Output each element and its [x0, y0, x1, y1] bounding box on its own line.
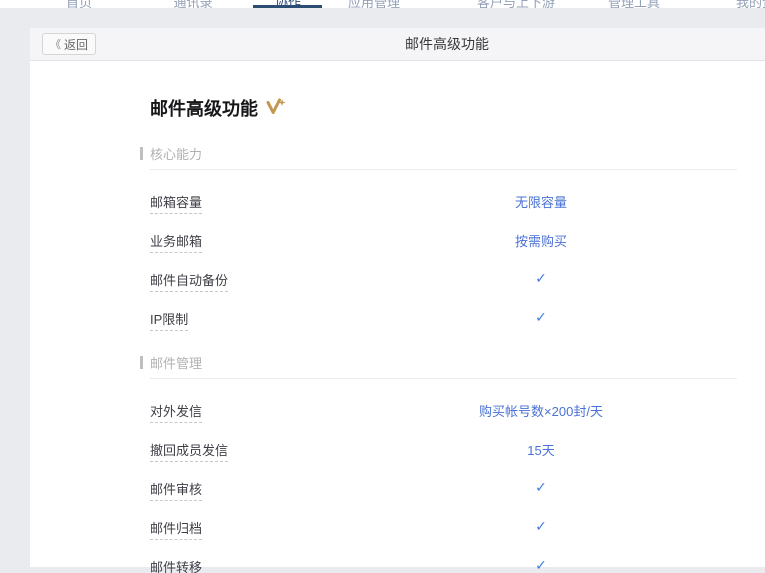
section-bar	[140, 147, 143, 160]
feature-label[interactable]: 业务邮箱	[150, 234, 202, 253]
nav-tab-tools[interactable]: 管理工具	[608, 0, 660, 8]
feature-value-link[interactable]: 购买帐号数×200封/天	[479, 404, 603, 419]
feature-row: 撤回成员发信 15天	[150, 440, 737, 457]
feature-label[interactable]: 邮件自动备份	[150, 273, 228, 292]
check-icon: ✓	[535, 309, 547, 325]
nav-tab-apps[interactable]: 应用管理	[348, 0, 400, 8]
section-header-mail-mgmt: 邮件管理	[150, 356, 737, 369]
feature-label[interactable]: 邮箱容量	[150, 195, 202, 214]
nav-tab-home[interactable]: 首页	[66, 0, 92, 8]
feature-label[interactable]: 邮件转移	[150, 560, 202, 573]
feature-row: 邮件审核 ✓	[150, 479, 737, 496]
active-tab-underline	[253, 5, 322, 8]
feature-value-link[interactable]: 15天	[527, 443, 554, 458]
page-header: 《 返回 邮件高级功能	[30, 28, 765, 61]
feature-row: 邮件归档 ✓	[150, 518, 737, 535]
feature-label[interactable]: 邮件归档	[150, 521, 202, 540]
top-navigation: 首页 通讯录 协作 应用管理 客户与上下游 管理工具 我的企业	[0, 0, 765, 8]
email-advanced-settings-page: 首页 通讯录 协作 应用管理 客户与上下游 管理工具 我的企业 《 返回 邮件高…	[0, 0, 765, 573]
feature-row: 邮箱容量 无限容量	[150, 192, 737, 209]
check-icon: ✓	[535, 518, 547, 534]
nav-tab-company[interactable]: 我的企业	[736, 0, 765, 8]
section-bar	[140, 356, 143, 369]
section-heading: 邮件高级功能	[150, 97, 737, 119]
feature-row: 业务邮箱 按需购买	[150, 231, 737, 248]
back-button[interactable]: 《 返回	[42, 33, 96, 55]
feature-row: IP限制 ✓	[150, 309, 737, 326]
section-divider	[150, 169, 737, 170]
back-chevron-icon: 《	[50, 36, 61, 52]
section-title: 核心能力	[150, 144, 202, 163]
section-header-core: 核心能力	[150, 147, 737, 160]
nav-tab-contacts[interactable]: 通讯录	[173, 0, 212, 8]
feature-row: 邮件自动备份 ✓	[150, 270, 737, 287]
back-button-label: 返回	[64, 36, 88, 53]
feature-row: 邮件转移 ✓	[150, 557, 737, 573]
content-panel: 邮件高级功能 核心能力 邮箱容量 无限容量 业务邮箱	[30, 61, 765, 567]
section-heading-text: 邮件高级功能	[150, 95, 258, 121]
feature-label[interactable]: 邮件审核	[150, 482, 202, 501]
feature-row: 对外发信 购买帐号数×200封/天	[150, 401, 737, 418]
feature-label[interactable]: IP限制	[150, 312, 188, 331]
section-divider	[150, 378, 737, 379]
nav-tab-customers[interactable]: 客户与上下游	[477, 0, 555, 8]
check-icon: ✓	[535, 557, 547, 573]
page-title: 邮件高级功能	[405, 28, 489, 60]
feature-value-link[interactable]: 按需购买	[515, 234, 567, 249]
section-title: 邮件管理	[150, 353, 202, 372]
check-icon: ✓	[535, 270, 547, 286]
feature-label[interactable]: 对外发信	[150, 404, 202, 423]
feature-value-link[interactable]: 无限容量	[515, 195, 567, 210]
feature-label[interactable]: 撤回成员发信	[150, 443, 228, 462]
check-icon: ✓	[535, 479, 547, 495]
premium-gold-check-icon	[266, 98, 286, 120]
